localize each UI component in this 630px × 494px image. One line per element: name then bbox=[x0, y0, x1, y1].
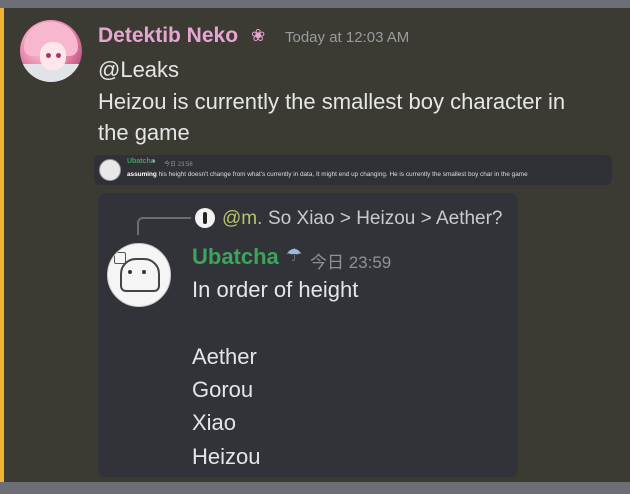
embed-text-rest: his height doesn't change from what's cu… bbox=[156, 171, 528, 178]
reply-preview-text: So Xiao > Heizou > Aether? bbox=[268, 208, 503, 229]
bird-icon: ♦ bbox=[152, 158, 156, 165]
embedded-screenshot-small: Ubatcha ♦ 今日 23:56 assuming his height d… bbox=[94, 155, 612, 185]
card-text-line: Gorou bbox=[192, 377, 254, 402]
reply-connector bbox=[137, 217, 191, 235]
bottom-frame-bar bbox=[0, 482, 630, 494]
message-author-name[interactable]: Detektib Neko bbox=[98, 24, 238, 48]
role-mention[interactable]: @Leaks bbox=[98, 57, 179, 83]
embed-author-name: Ubatcha bbox=[127, 158, 155, 165]
reply-avatar bbox=[195, 208, 215, 228]
card-text-line: In order of height bbox=[192, 277, 359, 302]
message-text-line: the game bbox=[98, 120, 190, 145]
user-avatar[interactable] bbox=[20, 20, 82, 82]
card-author-name: Ubatcha bbox=[192, 244, 279, 269]
card-text-line: Aether bbox=[192, 344, 257, 369]
embed-timestamp: 今日 23:56 bbox=[164, 162, 193, 168]
embed-avatar bbox=[99, 159, 121, 181]
umbrella-icon: ☂ bbox=[286, 245, 303, 266]
card-author-avatar bbox=[107, 243, 171, 307]
card-text-line: Xiao bbox=[192, 410, 237, 435]
reply-author-name: @m. bbox=[222, 208, 263, 229]
message-timestamp: Today at 12:03 AM bbox=[285, 29, 410, 46]
card-text-line: Heizou bbox=[192, 444, 261, 469]
message-text-line: Heizou is currently the smallest boy cha… bbox=[98, 89, 566, 114]
embed-text: assuming his height doesn't change from … bbox=[127, 171, 528, 178]
top-frame-bar bbox=[0, 0, 630, 8]
embed-text-bold: assuming bbox=[127, 171, 157, 178]
embedded-screenshot-card: @m. So Xiao > Heizou > Aether? Ubatcha ☂… bbox=[98, 193, 518, 477]
flower-badge-icon: ❀ bbox=[251, 26, 266, 46]
card-timestamp: 今日 23:59 bbox=[310, 253, 392, 272]
